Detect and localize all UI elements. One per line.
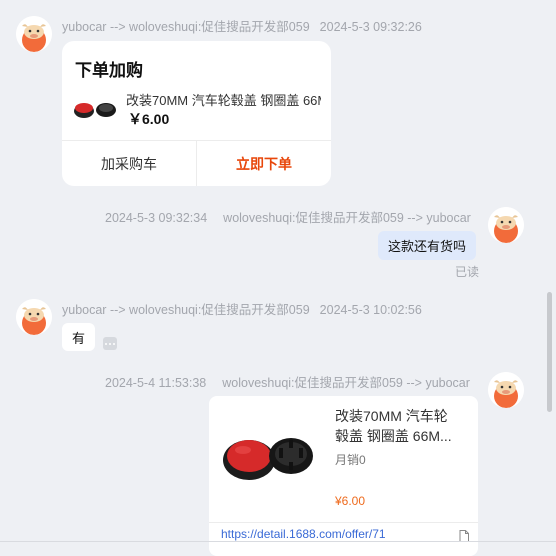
product-image[interactable] bbox=[219, 426, 315, 482]
order-product-price: ￥6.00 bbox=[128, 111, 170, 127]
buy-now-button[interactable]: 立即下单 bbox=[197, 141, 331, 186]
avatar-icon[interactable] bbox=[16, 16, 52, 52]
product-name[interactable]: 改装70MM 汽车轮毂盖 钢圈盖 66M... bbox=[335, 406, 461, 446]
sender-label: woloveshuqi:促佳搜品开发部059 --> yubocar bbox=[222, 376, 470, 390]
avatar-icon[interactable] bbox=[488, 207, 524, 243]
order-actions: 加采购车 立即下单 bbox=[62, 140, 331, 186]
product-sales: 月销0 bbox=[335, 453, 366, 467]
message-meta: yubocar --> woloveshuqi:促佳搜品开发部059 2024-5… bbox=[62, 16, 422, 35]
timestamp: 2024-5-4 11:53:38 bbox=[105, 376, 207, 390]
sender-label: woloveshuqi:促佳搜品开发部059 --> yubocar bbox=[223, 211, 471, 225]
scrollbar-track[interactable] bbox=[545, 0, 554, 545]
product-price: ¥6.00 bbox=[335, 494, 366, 508]
order-card: 下单加购 改装70MM 汽车轮毂盖 钢圈盖 66MM ￥6.00 加采购车 立即… bbox=[62, 41, 331, 186]
product-link[interactable]: https://detail.1688.com/offer/71 bbox=[221, 527, 451, 541]
message-meta: 2024-5-3 09:32:34 woloveshuqi:促佳搜品开发部059 … bbox=[105, 207, 471, 226]
more-options-icon[interactable] bbox=[103, 337, 117, 350]
sender-label: yubocar --> woloveshuqi:促佳搜品开发部059 bbox=[62, 20, 310, 34]
sender-label: yubocar --> woloveshuqi:促佳搜品开发部059 bbox=[62, 303, 310, 317]
message-meta: 2024-5-4 11:53:38 woloveshuqi:促佳搜品开发部059 … bbox=[105, 372, 470, 391]
avatar-icon[interactable] bbox=[16, 299, 52, 335]
add-to-cart-button[interactable]: 加采购车 bbox=[62, 141, 197, 186]
order-product-name[interactable]: 改装70MM 汽车轮毂盖 钢圈盖 66MM bbox=[126, 90, 321, 109]
divider bbox=[209, 522, 478, 523]
message-meta: yubocar --> woloveshuqi:促佳搜品开发部059 2024-5… bbox=[62, 299, 422, 318]
timestamp: 2024-5-3 09:32:26 bbox=[319, 20, 422, 34]
timestamp: 2024-5-3 09:32:34 bbox=[105, 211, 208, 225]
avatar-icon[interactable] bbox=[488, 372, 524, 408]
product-thumbnail[interactable] bbox=[72, 96, 118, 120]
message-bubble[interactable]: 有 bbox=[62, 323, 95, 351]
product-card[interactable]: 改装70MM 汽车轮毂盖 钢圈盖 66M... 月销0 ¥6.00 https:… bbox=[209, 396, 478, 556]
order-card-title: 下单加购 bbox=[75, 61, 143, 80]
message-bubble[interactable]: 这款还有货吗 bbox=[378, 231, 477, 260]
divider bbox=[0, 541, 556, 542]
read-status: 已读 bbox=[455, 265, 480, 279]
timestamp: 2024-5-3 10:02:56 bbox=[319, 303, 422, 317]
scrollbar-thumb[interactable] bbox=[547, 292, 552, 412]
